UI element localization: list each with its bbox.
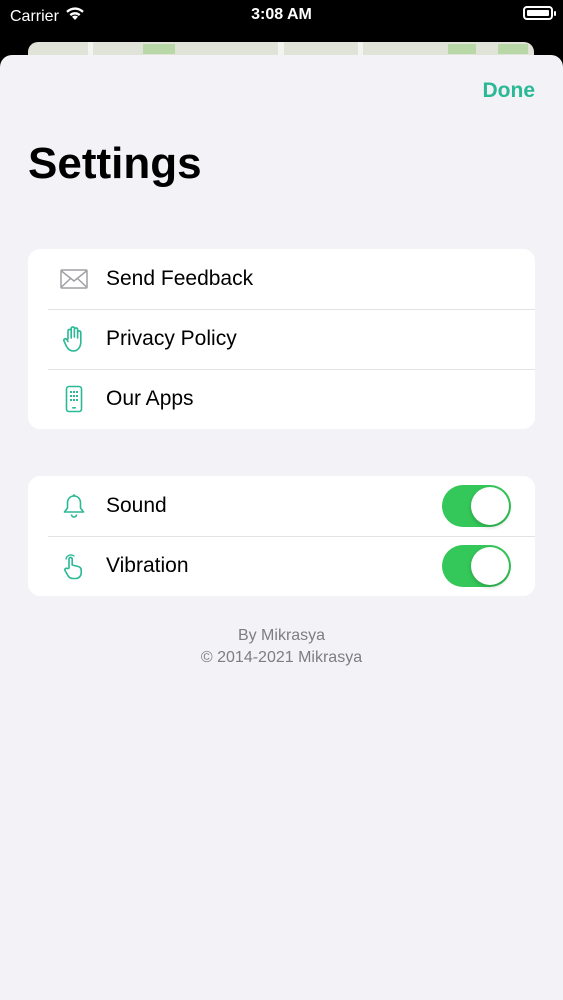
footer-copyright: © 2014-2021 Mikrasya bbox=[200, 649, 363, 666]
sound-label: Sound bbox=[106, 494, 167, 517]
footer-credits: By Mikrasya © 2014-2021 Mikrasya bbox=[0, 625, 563, 669]
status-bar: Carrier 3:08 AM bbox=[0, 0, 563, 30]
links-group: Send Feedback Privacy Policy Our Apps bbox=[28, 249, 535, 429]
bell-icon bbox=[58, 490, 90, 522]
toggle-knob bbox=[471, 487, 509, 525]
our-apps-row[interactable]: Our Apps bbox=[28, 369, 535, 429]
send-feedback-label: Send Feedback bbox=[106, 267, 254, 290]
settings-sheet: Done Settings Send Feedback Privacy Poli… bbox=[0, 55, 563, 1000]
toggle-knob bbox=[471, 547, 509, 585]
battery-icon bbox=[523, 6, 556, 20]
touch-hand-icon bbox=[58, 550, 90, 582]
status-time: 3:08 AM bbox=[251, 6, 312, 23]
page-title: Settings bbox=[28, 139, 202, 188]
vibration-label: Vibration bbox=[106, 554, 189, 577]
hand-icon bbox=[58, 323, 90, 355]
privacy-policy-row[interactable]: Privacy Policy bbox=[28, 309, 535, 369]
footer-author: By Mikrasya bbox=[237, 627, 326, 644]
envelope-icon bbox=[58, 263, 90, 295]
vibration-toggle[interactable] bbox=[442, 545, 511, 587]
phone-icon bbox=[58, 383, 90, 415]
vibration-row: Vibration bbox=[28, 536, 535, 596]
privacy-policy-label: Privacy Policy bbox=[106, 327, 237, 350]
send-feedback-row[interactable]: Send Feedback bbox=[28, 249, 535, 309]
sound-toggle[interactable] bbox=[442, 485, 511, 527]
sound-row: Sound bbox=[28, 476, 535, 536]
our-apps-label: Our Apps bbox=[106, 387, 194, 410]
done-button[interactable]: Done bbox=[483, 79, 536, 103]
preferences-group: Sound Vibration bbox=[28, 476, 535, 596]
